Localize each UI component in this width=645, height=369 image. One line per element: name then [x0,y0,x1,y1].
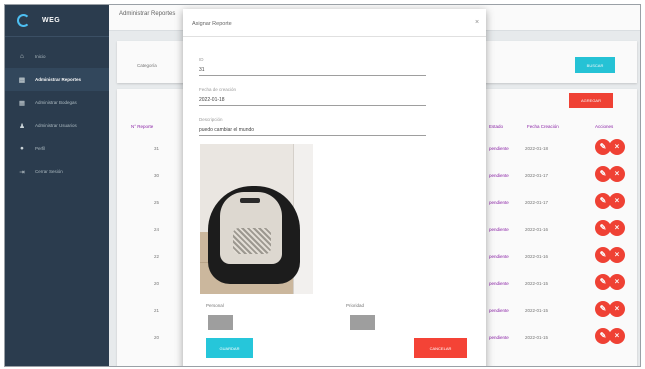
personal-label: Personal [206,303,224,308]
close-icon[interactable]: × [475,19,479,26]
descripcion-label: Descripción [199,117,223,122]
fecha-field[interactable]: 2022-01-18 [199,97,426,106]
modal-header: Asignar Reporte × [183,9,486,37]
fecha-label: Fecha de creación [199,87,237,92]
cancel-button[interactable]: CANCELAR [414,338,467,358]
personal-select[interactable] [208,315,233,330]
id-label: ID [199,57,204,62]
assign-report-dialog: Asignar Reporte × ID 31 Fecha de creació… [183,9,486,366]
prioridad-label: Prioridad [346,303,365,308]
modal-title: Asignar Reporte [192,21,232,27]
prioridad-select[interactable] [350,315,375,330]
descripcion-field[interactable]: puedo cambiar el mundo [199,127,426,136]
report-photo [200,144,313,294]
save-button[interactable]: GUARDAR [206,338,253,358]
id-field[interactable]: 31 [199,67,426,76]
app-window: WEG ⌂ Inicio ▤ Administrar Reportes ▦ Ad… [4,4,641,367]
